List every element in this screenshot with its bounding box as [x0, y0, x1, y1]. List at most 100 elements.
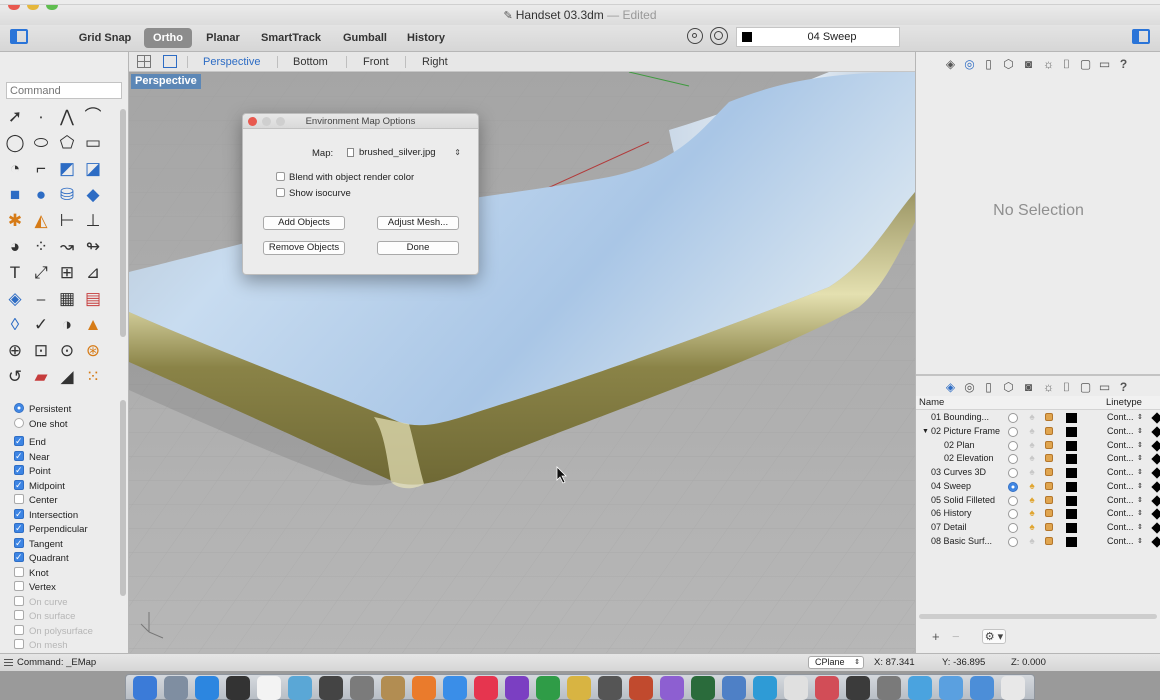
single-view-layout-icon[interactable] [163, 55, 177, 68]
lock-icon[interactable] [1045, 523, 1053, 531]
dock-app-icon[interactable] [784, 676, 808, 700]
lock-icon[interactable] [1045, 536, 1053, 545]
explode-icon[interactable]: ⁘ [30, 236, 52, 258]
offset-icon[interactable]: ↬ [82, 236, 104, 258]
dock-app-icon[interactable] [257, 676, 281, 700]
notes-tab-icon[interactable]: ⌷ [1060, 381, 1073, 394]
layer-name[interactable]: 02 Elevation [944, 452, 994, 466]
polyline-icon[interactable]: ⋀ [56, 106, 78, 128]
current-layer-radio[interactable] [1008, 481, 1018, 492]
mesh-icon[interactable]: ✱ [4, 210, 26, 232]
dock-app-icon[interactable] [226, 676, 250, 700]
check-icon[interactable]: ✓ [30, 314, 52, 336]
linetype-value[interactable]: Cont... [1107, 466, 1134, 480]
lightbulb-icon[interactable]: ♠ [1027, 521, 1037, 535]
move-icon[interactable]: ⤢ [30, 262, 52, 284]
snapshot-icon[interactable]: ⁙ [82, 366, 104, 388]
layer-name[interactable]: 04 Sweep [931, 480, 971, 494]
dock-app-icon[interactable] [722, 676, 746, 700]
lock-icon[interactable] [1045, 495, 1053, 504]
linetype-value[interactable]: Cont... [1107, 535, 1134, 549]
lightbulb-icon[interactable]: ♠ [1027, 425, 1037, 439]
ortho-button[interactable]: Ortho [144, 28, 192, 48]
rotate-view-icon[interactable]: ↺ [4, 366, 26, 388]
dock-app-icon[interactable] [350, 676, 374, 700]
osnap-knot-checkbox[interactable]: Knot [14, 566, 49, 581]
array-icon[interactable]: ⊞ [56, 262, 78, 284]
layer-color-swatch[interactable] [1066, 509, 1077, 520]
arc-icon[interactable]: ◔ [4, 158, 26, 180]
osnap-midpoint-checkbox[interactable]: Midpoint [14, 478, 65, 494]
layer-list-scrollbar[interactable] [919, 614, 1157, 619]
dock-app-icon[interactable] [381, 676, 405, 700]
layer-color-swatch[interactable] [1066, 440, 1077, 451]
curve-icon[interactable]: ⌒ [82, 106, 104, 128]
right-sidebar-toggle-icon[interactable] [1132, 29, 1150, 44]
analyze-icon[interactable]: ◊ [4, 314, 26, 336]
linetype-value[interactable]: Cont... [1107, 411, 1134, 425]
layer-row[interactable]: 02 Elevation ♠ Cont... ⇕ [916, 452, 1160, 466]
column-name[interactable]: Name [919, 397, 944, 408]
dock-app-icon[interactable] [164, 676, 188, 700]
linetype-value[interactable]: Cont... [1107, 521, 1134, 535]
box-icon[interactable]: ■ [4, 184, 26, 206]
zoom-window-button[interactable] [46, 5, 58, 10]
layer-name[interactable]: 07 Detail [931, 521, 967, 535]
panel-divider[interactable] [916, 374, 1160, 376]
camera-icon[interactable]: ◙ [1022, 58, 1035, 71]
layer-color-swatch[interactable] [1066, 426, 1077, 437]
tab-perspective[interactable]: Perspective [203, 52, 260, 72]
dock-app-icon[interactable] [536, 676, 560, 700]
print-color-icon[interactable] [1151, 467, 1160, 479]
current-layer-radio[interactable] [1008, 523, 1018, 533]
render-icon[interactable]: ◑ [56, 314, 78, 336]
planar-button[interactable]: Planar [202, 28, 244, 48]
dock-app-icon[interactable] [474, 676, 498, 700]
object-tab-icon[interactable]: ⬡ [1002, 381, 1015, 394]
layers-tab-icon[interactable]: ◈ [944, 381, 957, 394]
print-color-icon[interactable] [1151, 494, 1160, 507]
current-layer-selector[interactable]: 04 Sweep [736, 27, 900, 47]
dock-app-icon[interactable] [412, 676, 436, 700]
point-icon[interactable]: ∙ [30, 106, 52, 128]
osnap-intersection-checkbox[interactable]: Intersection [14, 507, 78, 523]
trim-icon[interactable]: ⊥ [82, 210, 104, 232]
linetype-value[interactable]: Cont... [1107, 452, 1134, 466]
solid-edit-icon[interactable]: ◈ [4, 288, 26, 310]
cylinder-icon[interactable]: ⛁ [56, 184, 78, 206]
document-icon[interactable]: ▯ [982, 58, 995, 71]
dock-app-icon[interactable] [846, 676, 870, 700]
layer-row[interactable]: 08 Basic Surf... ♠ Cont... ⇕ [916, 535, 1160, 549]
document-tab-icon[interactable]: ▯ [982, 381, 995, 394]
persistent-radio[interactable]: Persistent [14, 403, 71, 417]
gumball-button[interactable]: Gumball [340, 28, 390, 48]
print-color-icon[interactable] [1151, 508, 1160, 520]
current-layer-radio[interactable] [1008, 426, 1018, 437]
ellipse-icon[interactable]: ⬭ [30, 132, 52, 154]
panel-icon[interactable]: ▢ [1079, 58, 1092, 71]
text-icon[interactable]: T [4, 262, 26, 284]
rectangle-icon[interactable]: ▭ [82, 132, 104, 154]
surface-icon[interactable]: ◩ [56, 158, 78, 180]
layer-name[interactable]: 02 Picture Frame [931, 425, 1000, 439]
lock-icon[interactable] [1045, 413, 1053, 421]
dock-app-icon[interactable] [1001, 676, 1025, 700]
osnap-perpendicular-checkbox[interactable]: Perpendicular [14, 521, 88, 537]
dock-app-icon[interactable] [877, 676, 901, 700]
sun-tab-icon[interactable]: ☼ [1042, 381, 1055, 394]
split-icon[interactable]: ⊢ [56, 210, 78, 232]
osnap-vertex-checkbox[interactable]: Vertex [14, 581, 56, 595]
remove-objects-button[interactable]: Remove Objects [263, 241, 345, 255]
dock-app-icon[interactable] [567, 676, 591, 700]
print-color-icon[interactable] [1151, 412, 1160, 424]
layer-name[interactable]: 05 Solid Filleted [931, 494, 995, 508]
isocurve-checkbox[interactable]: Show isocurve [276, 188, 351, 199]
layer-row[interactable]: 05 Solid Filleted ♠ Cont... ⇕ [916, 494, 1160, 508]
material-icon[interactable]: ▲ [82, 314, 104, 336]
print-color-icon[interactable] [1151, 439, 1160, 452]
record-history-icon[interactable] [687, 28, 703, 44]
expand-triangle-icon[interactable]: ▼ [922, 425, 929, 439]
extrude-icon[interactable]: ◆ [82, 184, 104, 206]
layer-row[interactable]: 01 Bounding... ♠ Cont... ⇕ [916, 411, 1160, 425]
layer-name[interactable]: 02 Plan [944, 439, 975, 453]
